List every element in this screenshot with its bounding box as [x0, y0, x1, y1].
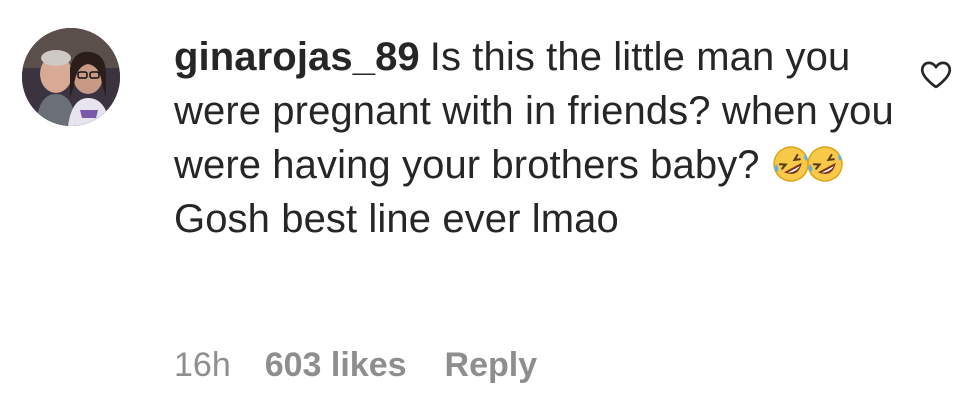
likes-count[interactable]: 603 likes — [265, 345, 407, 385]
profile-photo-image — [22, 28, 120, 126]
avatar[interactable] — [22, 28, 120, 126]
heart-outline-icon[interactable] — [918, 56, 954, 92]
emoji-group — [771, 138, 843, 192]
comment: ginarojas_89 Is this the little man you w… — [0, 0, 980, 417]
rolling-on-floor-laughing-emoji-icon — [805, 144, 845, 184]
comment-meta: 16h 603 likes Reply — [174, 345, 537, 385]
comment-text-continued: Gosh best line ever lmao — [174, 197, 619, 241]
comment-body: ginarojas_89 Is this the little man you w… — [174, 30, 894, 246]
timestamp[interactable]: 16h — [174, 345, 231, 385]
reply-button[interactable]: Reply — [445, 345, 538, 385]
username[interactable]: ginarojas_89 — [174, 35, 420, 79]
